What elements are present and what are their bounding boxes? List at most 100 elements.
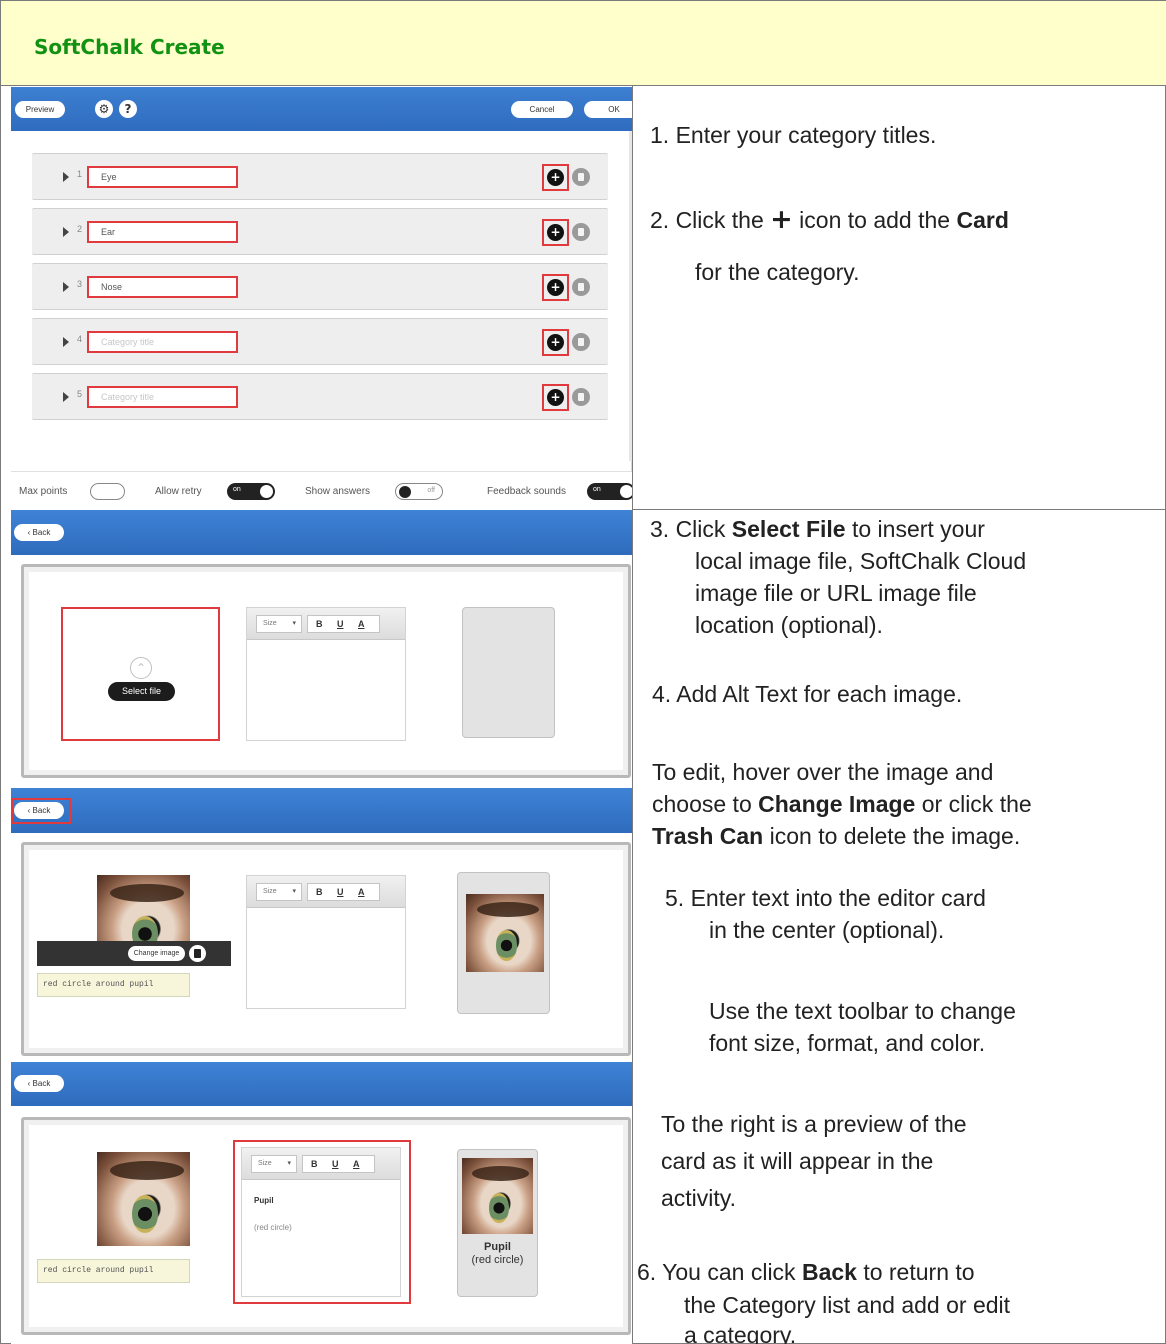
toolbar-note-line1: Use the text toolbar to change xyxy=(709,998,1016,1024)
plus-icon: + xyxy=(547,224,564,241)
trash-icon[interactable] xyxy=(189,945,206,962)
step-4: 4. Add Alt Text for each image. xyxy=(652,681,963,707)
text-editor-card[interactable]: Size B U A xyxy=(246,607,406,741)
alt-text-field[interactable]: red circle around pupil xyxy=(37,1259,190,1283)
text-editor-card[interactable]: Size B U A xyxy=(246,875,406,1009)
step-3-line3: image file or URL image file xyxy=(695,580,977,606)
editor-toolbar: Preview ⚙ ? Cancel OK xyxy=(11,87,632,131)
step-5: 5. Enter text into the editor card xyxy=(665,885,986,911)
category-title-input[interactable]: Category title xyxy=(87,331,238,353)
eye-image xyxy=(462,1158,533,1234)
category-row: 2 Ear + xyxy=(32,208,608,255)
help-icon[interactable]: ? xyxy=(119,100,137,118)
add-card-button[interactable]: + xyxy=(542,164,569,191)
underline-button[interactable]: U xyxy=(337,884,344,900)
step-3-line4: location (optional). xyxy=(695,612,883,638)
gear-icon[interactable]: ⚙ xyxy=(95,100,113,118)
plus-icon: + xyxy=(547,169,564,186)
ok-button[interactable]: OK xyxy=(584,101,632,118)
step-2-line2: for the category. xyxy=(695,259,860,285)
underline-button[interactable]: U xyxy=(337,616,344,632)
trash-icon[interactable] xyxy=(572,333,590,351)
column-divider xyxy=(632,86,633,1344)
back-button[interactable]: ‹ Back xyxy=(14,1075,64,1092)
text-toolbar: Size B U A xyxy=(247,876,405,908)
step-6-line3: a category. xyxy=(684,1322,797,1344)
card-preview xyxy=(462,607,555,738)
add-card-button[interactable]: + xyxy=(542,274,569,301)
card-preview: Pupil (red circle) xyxy=(457,1149,538,1297)
row-number: 1 xyxy=(77,169,83,179)
preview-button[interactable]: Preview xyxy=(15,101,65,118)
expand-arrow-icon[interactable] xyxy=(63,227,69,237)
font-size-select[interactable]: Size xyxy=(256,883,302,901)
editor-text-title: Pupil xyxy=(254,1196,274,1205)
card-editor-toolbar: ‹ Back xyxy=(11,510,632,555)
show-answers-label: Show answers xyxy=(305,486,371,497)
select-file-button[interactable]: Select file xyxy=(108,682,175,701)
row-divider xyxy=(632,509,1166,510)
category-title-input[interactable]: Category title xyxy=(87,386,238,408)
max-points-field[interactable] xyxy=(90,483,125,500)
category-title-input[interactable]: Nose xyxy=(87,276,238,298)
scrollbar[interactable] xyxy=(629,131,632,461)
allow-retry-label: Allow retry xyxy=(155,486,202,497)
underline-button[interactable]: U xyxy=(332,1156,339,1172)
bold-button[interactable]: B xyxy=(316,616,323,632)
card-editor-screenshot-2: ‹ Back Change image red circle around pu… xyxy=(11,788,632,1062)
text-toolbar: Size B U A xyxy=(242,1148,400,1180)
text-toolbar: Size B U A xyxy=(247,608,405,640)
back-button[interactable]: ‹ Back xyxy=(14,524,64,541)
add-card-button[interactable]: + xyxy=(542,329,569,356)
color-button[interactable]: A xyxy=(358,616,365,632)
change-image-button[interactable]: Change image xyxy=(128,946,185,961)
add-card-button[interactable]: + xyxy=(542,219,569,246)
trash-icon[interactable] xyxy=(572,223,590,241)
category-title-input[interactable]: Ear xyxy=(87,221,238,243)
expand-arrow-icon[interactable] xyxy=(63,282,69,292)
editor-text-subtitle: (red circle) xyxy=(254,1223,292,1232)
eye-image xyxy=(97,1152,190,1246)
image-drop-zone[interactable]: ⌃ Select file xyxy=(61,607,220,741)
expand-arrow-icon[interactable] xyxy=(63,172,69,182)
card-preview-subtitle: (red circle) xyxy=(471,1254,524,1266)
trash-icon[interactable] xyxy=(572,278,590,296)
category-row: 4 Category title + xyxy=(32,318,608,365)
feedback-sounds-toggle[interactable]: on xyxy=(587,483,632,500)
edit-note-line2: choose to Change Image or click the xyxy=(652,791,1032,817)
plus-icon: + xyxy=(547,334,564,351)
category-editor-screenshot: Preview ⚙ ? Cancel OK 1 Eye + 2 Ear + 3 … xyxy=(11,87,632,509)
trash-icon[interactable] xyxy=(572,168,590,186)
step-2: 2. Click the + icon to add the Card xyxy=(650,204,1009,235)
image-hover-bar: Change image xyxy=(37,941,231,966)
back-highlight xyxy=(11,798,71,824)
plus-icon: + xyxy=(770,204,793,235)
expand-arrow-icon[interactable] xyxy=(63,392,69,402)
font-size-select[interactable]: Size xyxy=(256,615,302,633)
bold-button[interactable]: B xyxy=(316,884,323,900)
step-6: 6. You can click Back to return to xyxy=(637,1259,975,1285)
show-answers-toggle[interactable]: off xyxy=(395,483,443,500)
row-number: 5 xyxy=(77,389,83,399)
card-preview-title: Pupil xyxy=(484,1241,511,1253)
bold-button[interactable]: B xyxy=(311,1156,318,1172)
alt-text-field[interactable]: red circle around pupil xyxy=(37,973,190,997)
page-title: SoftChalk Create xyxy=(34,35,225,59)
plus-icon: + xyxy=(547,389,564,406)
step-3: 3. Click Select File to insert your xyxy=(650,516,985,542)
color-button[interactable]: A xyxy=(358,884,365,900)
allow-retry-toggle[interactable]: on xyxy=(227,483,275,500)
color-button[interactable]: A xyxy=(353,1156,360,1172)
font-size-select[interactable]: Size xyxy=(251,1155,297,1173)
add-card-button[interactable]: + xyxy=(542,384,569,411)
preview-note-line1: To the right is a preview of the xyxy=(661,1111,967,1137)
category-list: 1 Eye + 2 Ear + 3 Nose + 4 Category titl… xyxy=(11,131,632,471)
card-editor-screenshot-1: ‹ Back ⌃ Select file Size B U A xyxy=(11,510,632,788)
expand-arrow-icon[interactable] xyxy=(63,337,69,347)
trash-icon[interactable] xyxy=(572,388,590,406)
row-number: 4 xyxy=(77,334,83,344)
step-1: 1. Enter your category titles. xyxy=(650,122,937,148)
text-editor-card[interactable]: Size B U A Pupil (red circle) xyxy=(241,1147,401,1297)
cancel-button[interactable]: Cancel xyxy=(511,101,573,118)
category-title-input[interactable]: Eye xyxy=(87,166,238,188)
